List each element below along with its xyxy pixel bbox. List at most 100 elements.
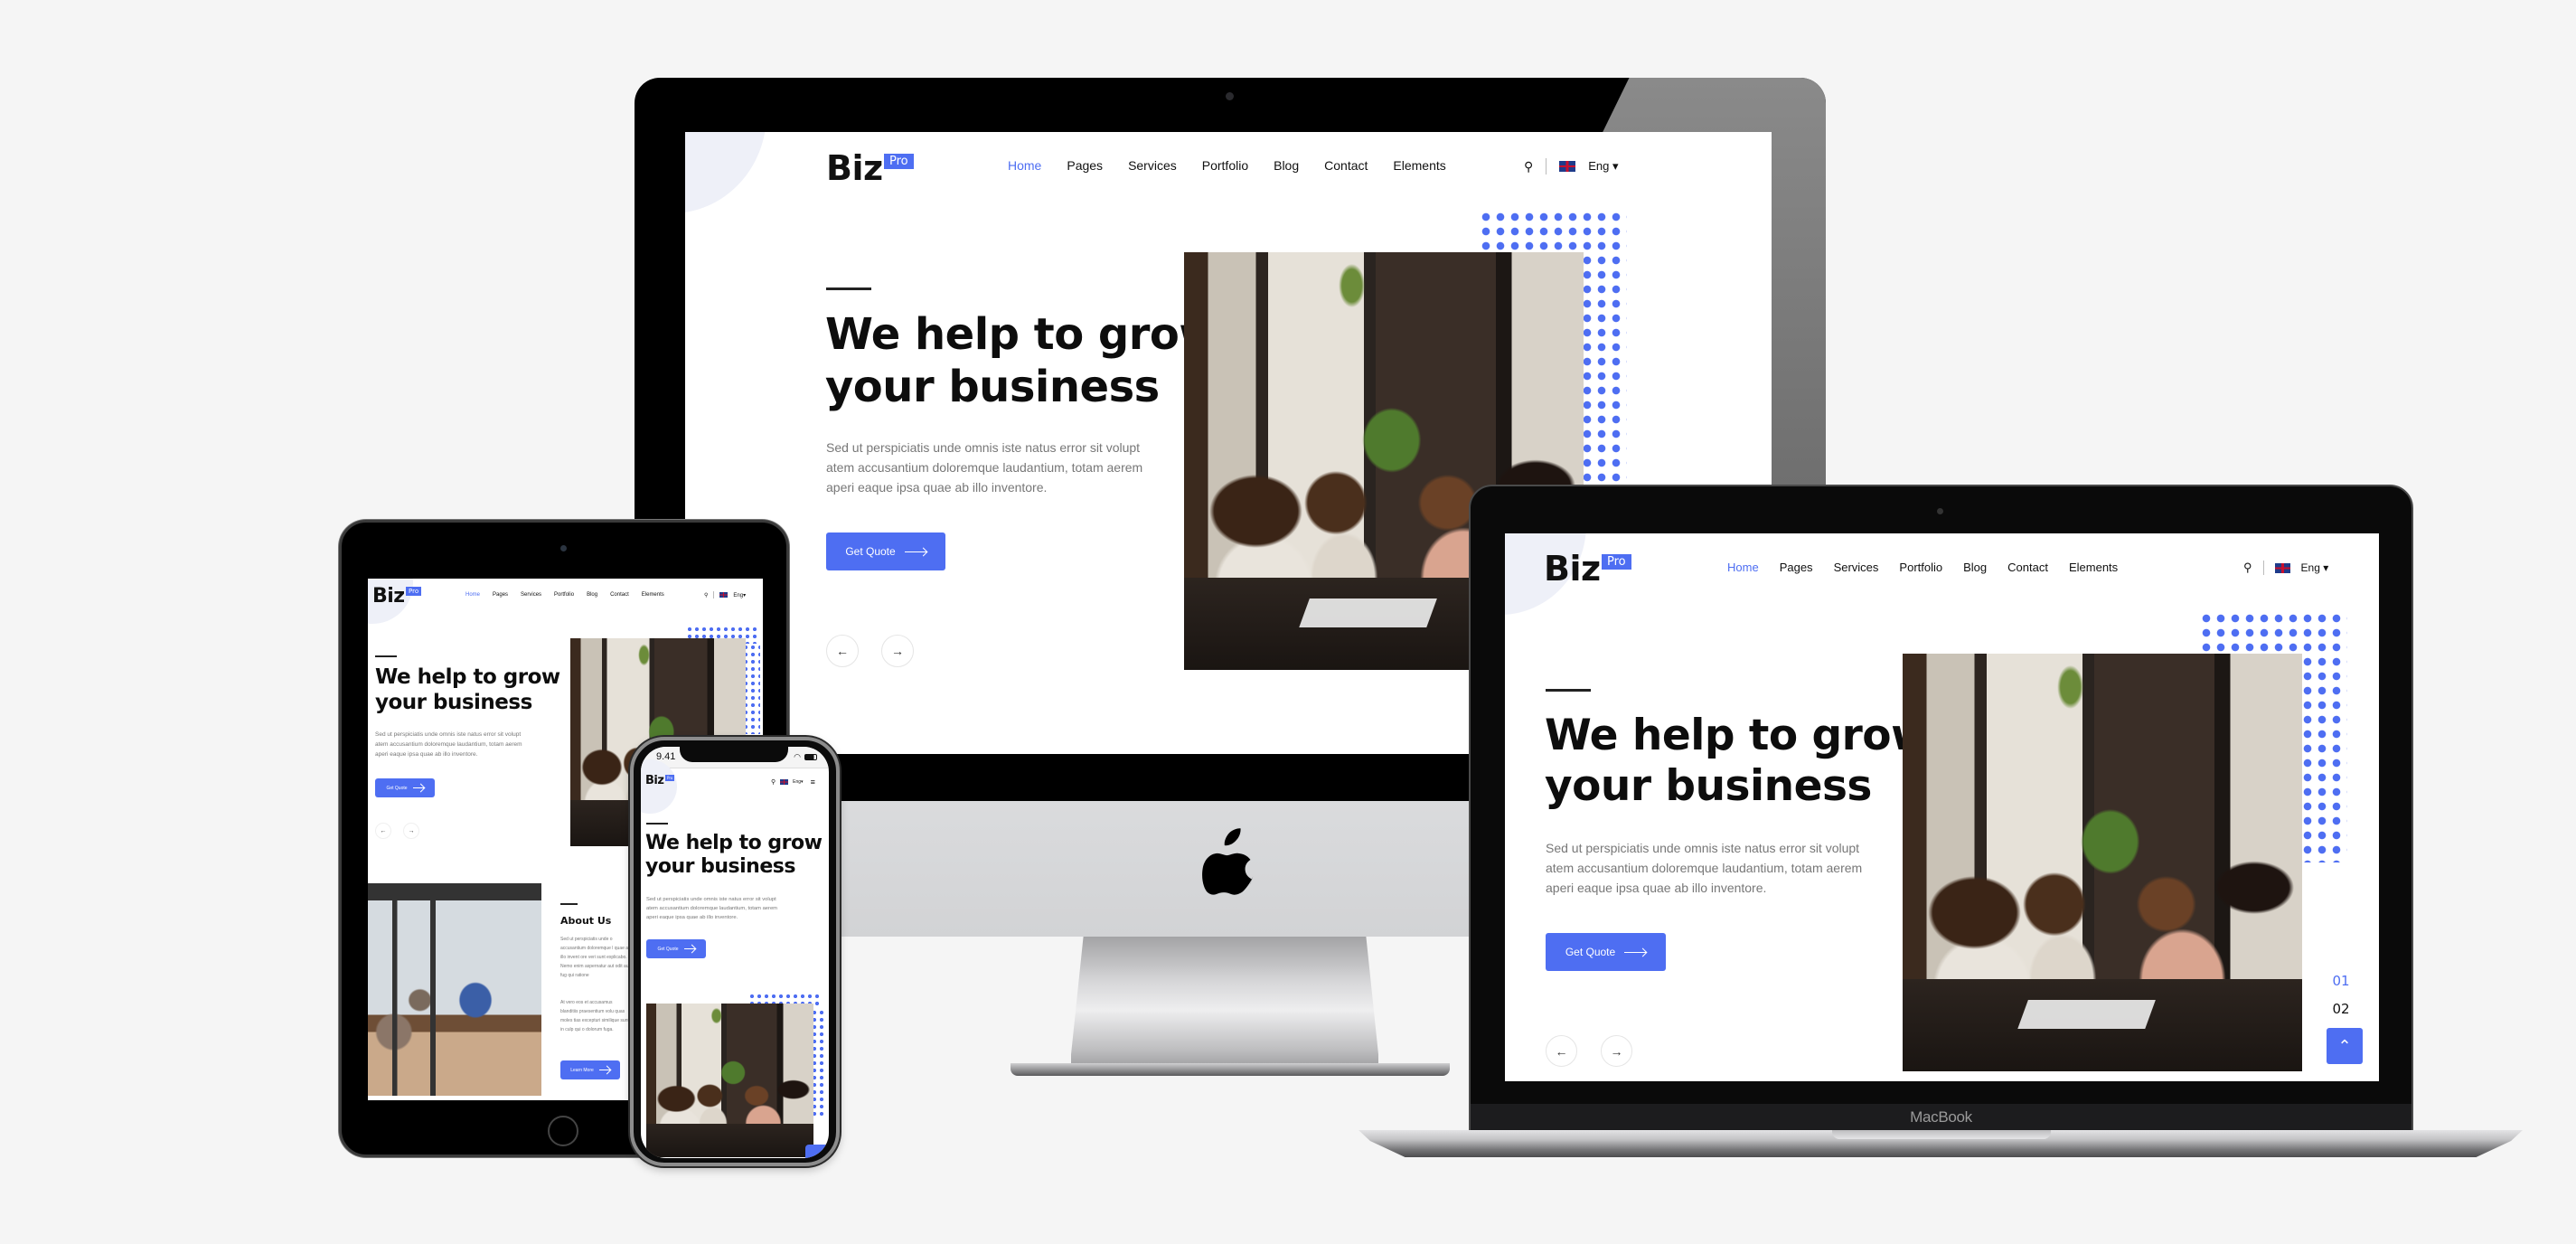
arrow-right-icon (412, 787, 424, 788)
nav-elements[interactable]: Elements (642, 592, 664, 598)
nav-services[interactable]: Services (1128, 158, 1177, 173)
scroll-to-top-button[interactable]: ⌃ (2327, 1028, 2363, 1064)
nav-contact[interactable]: Contact (1324, 158, 1368, 173)
nav-contact[interactable]: Contact (2007, 561, 2048, 574)
imac-stand (1071, 937, 1378, 1070)
get-quote-button[interactable]: Get Quote (646, 939, 706, 958)
hero-desc-line: aperi eaque ipsa quae ab illo inventore. (646, 915, 738, 920)
nav-pages[interactable]: Pages (1067, 158, 1103, 173)
brand-logo[interactable]: Biz Pro (1544, 549, 1631, 589)
slider-prev-button[interactable]: ← (375, 823, 391, 839)
hero-title-line2: your business (1545, 761, 1872, 812)
ipad-home-button[interactable] (548, 1116, 578, 1146)
hero-title-line2: your business (825, 361, 1160, 412)
brand-name: Biz (372, 585, 405, 608)
nav-portfolio[interactable]: Portfolio (1202, 158, 1248, 173)
get-quote-button[interactable]: Get Quote (1546, 933, 1666, 971)
slider-next-button[interactable]: → (881, 635, 914, 667)
hero-desc-line: Sed ut perspiciatis unde omnis iste natu… (826, 440, 1141, 455)
macbook-hinge-notch (1832, 1130, 2051, 1139)
header-tools: ⚲ Eng ▾ (2243, 561, 2328, 575)
hero-title-line2: your business (375, 690, 532, 714)
language-selector[interactable]: Eng▾ (733, 592, 746, 598)
macbook-camera (1937, 508, 1943, 514)
hero-title: We help to grow your business (375, 665, 560, 715)
get-quote-label: Get Quote (657, 946, 679, 952)
nav-portfolio[interactable]: Portfolio (1899, 561, 1942, 574)
search-icon[interactable]: ⚲ (2243, 561, 2252, 575)
nav-services[interactable]: Services (1834, 561, 1879, 574)
arrow-left-icon: ← (380, 827, 387, 834)
nav-pages[interactable]: Pages (493, 592, 508, 598)
nav-home[interactable]: Home (1727, 561, 1759, 574)
hero-accent-line (826, 287, 871, 290)
hero-desc-line: aperi eaque ipsa quae ab illo inventore. (1546, 881, 1767, 895)
about-paragraph-1: Sed ut perspiciatis unde o accusantium d… (560, 937, 631, 978)
nav-contact[interactable]: Contact (610, 592, 629, 598)
hero-title-line1: We help to grow (375, 665, 560, 689)
decorative-dot-grid (2199, 611, 2347, 655)
caret-down-icon: ▾ (1612, 159, 1619, 173)
about-office-photo (368, 883, 541, 1096)
hero-desc-line: Sed ut perspiciatis unde omnis iste natu… (646, 897, 776, 902)
status-time: 9.41 (656, 751, 676, 762)
nav-elements[interactable]: Elements (2069, 561, 2118, 574)
search-icon[interactable]: ⚲ (1524, 159, 1533, 174)
language-selector[interactable]: Eng ▾ (2301, 561, 2329, 574)
hero-accent-line (1546, 689, 1591, 692)
brand-name: Biz (645, 774, 664, 787)
hero-desc-line: atem accusantium doloremque laudantium, … (375, 741, 522, 748)
slider-next-button[interactable]: → (403, 823, 419, 839)
macbook-bottom-bezel: MacBook (1471, 1104, 2411, 1131)
nav-blog[interactable]: Blog (1274, 158, 1299, 173)
decorative-dot-column (2300, 655, 2347, 862)
get-quote-button[interactable]: Get Quote (375, 778, 435, 797)
nav-home[interactable]: Home (465, 592, 480, 598)
scroll-to-top-button[interactable] (805, 1145, 827, 1158)
nav-services[interactable]: Services (521, 592, 541, 598)
brand-logo[interactable]: Biz Pro (826, 148, 914, 188)
brand-logo[interactable]: Biz Pro (645, 774, 675, 787)
wifi-icon: ◠ (794, 751, 801, 761)
chevron-up-icon: ⌃ (2337, 1036, 2352, 1055)
get-quote-label: Get Quote (845, 545, 896, 558)
slide-02[interactable]: 02 (2323, 995, 2359, 1023)
slider-prev-button[interactable]: ← (826, 635, 859, 667)
nav-portfolio[interactable]: Portfolio (554, 592, 574, 598)
language-selector[interactable]: Eng▾ (793, 779, 803, 785)
slide-01[interactable]: 01 (2323, 967, 2359, 995)
slider-prev-button[interactable]: ← (1546, 1035, 1577, 1067)
hero-team-photo (646, 1004, 813, 1157)
photo-papers (1298, 598, 1437, 628)
get-quote-button[interactable]: Get Quote (826, 532, 945, 570)
about-paragraph-2: At vero eos et accusamus blanditiis prae… (560, 1000, 629, 1032)
nav-blog[interactable]: Blog (1963, 561, 1987, 574)
uk-flag-icon (2274, 562, 2290, 573)
header-tools: ⚲ Eng▾ ≡ (771, 778, 815, 787)
header-divider (2262, 561, 2264, 575)
nav-elements[interactable]: Elements (1393, 158, 1445, 173)
macbook-screen-website: Biz Pro Home Pages Services Portfolio Bl… (1505, 533, 2379, 1081)
language-selector[interactable]: Eng ▾ (1588, 159, 1618, 174)
hero-description: Sed ut perspiciatis unde omnis iste natu… (646, 895, 827, 922)
learn-more-button[interactable]: Learn More (560, 1060, 620, 1079)
battery-icon (804, 753, 817, 760)
brand-name: Biz (1544, 549, 1601, 589)
slider-next-button[interactable]: → (1601, 1035, 1632, 1067)
hero-desc-line: Sed ut perspiciatis unde omnis iste natu… (375, 731, 522, 738)
search-icon[interactable]: ⚲ (704, 592, 708, 598)
apple-logo-icon (1202, 828, 1254, 895)
caret-down-icon: ▾ (2323, 561, 2329, 574)
hero-desc-line: aperi eaque ipsa quae ab illo inventore. (375, 751, 478, 758)
hamburger-menu-icon[interactable]: ≡ (811, 778, 815, 787)
brand-logo[interactable]: Biz Pro (372, 585, 422, 608)
nav-pages[interactable]: Pages (1780, 561, 1813, 574)
nav-blog[interactable]: Blog (587, 592, 597, 598)
search-icon[interactable]: ⚲ (771, 778, 776, 786)
brand-badge: Pro (665, 775, 675, 781)
photo-papers (2017, 1000, 2156, 1030)
nav-home[interactable]: Home (1008, 158, 1041, 173)
header-tools: ⚲ Eng▾ (704, 591, 746, 598)
brand-badge: Pro (406, 587, 422, 596)
hero-description: Sed ut perspiciatis unde omnis iste natu… (1546, 838, 1907, 898)
